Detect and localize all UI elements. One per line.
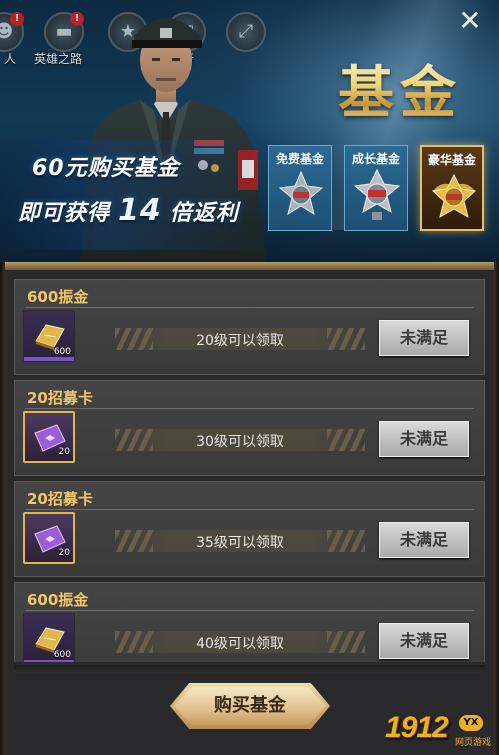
- promo-suffix: 倍返利: [169, 201, 239, 226]
- gold-eagle-emblem-icon: [431, 173, 477, 219]
- claim-status-button[interactable]: 未满足: [379, 623, 469, 659]
- silver-emblem-icon: [278, 170, 324, 216]
- divider: [25, 307, 474, 308]
- promo-prefix: 即可获得: [18, 201, 111, 226]
- divider: [25, 408, 474, 409]
- divider: [25, 509, 474, 510]
- tab-growth-fund[interactable]: 成长基金: [344, 145, 408, 231]
- nav-label-personal: 人: [4, 52, 17, 66]
- divider: [25, 610, 474, 611]
- nav-icon-personal[interactable]: ☻ !: [0, 12, 24, 52]
- claim-status-button[interactable]: 未满足: [379, 320, 469, 356]
- reward-card: 600振金 600 20级可以领取 未满足: [14, 279, 485, 375]
- fund-header-banner: ☻ ! 人 ▬ ! 英雄之路 ★ ▥ 排行 ⤢: [0, 0, 499, 262]
- tab-free-fund[interactable]: 免费基金: [268, 145, 332, 231]
- list-footer-bar: [14, 665, 485, 673]
- watermark-badge: YX: [459, 715, 483, 731]
- requirement-bar: 20级可以领取: [115, 328, 365, 350]
- watermark-tag: 网页游戏: [455, 738, 492, 748]
- tab-label: 豪华基金: [427, 153, 476, 167]
- item-count: 600: [53, 650, 71, 660]
- rarity-strip: [24, 357, 74, 361]
- claim-status-button[interactable]: 未满足: [379, 421, 469, 457]
- requirement-bar: 40级可以领取: [115, 631, 365, 653]
- panel-border-left: [0, 262, 5, 755]
- rarity-strip: [24, 660, 74, 662]
- tab-label: 成长基金: [351, 152, 400, 166]
- requirement-text: 30级可以领取: [196, 434, 284, 450]
- reward-card: 20招募卡 20 35级可以领取 未满足: [14, 481, 485, 577]
- buy-button-label: 购买基金: [214, 695, 286, 716]
- tab-label: 免费基金: [275, 152, 324, 166]
- promo-line-price: 60元购买基金: [32, 156, 180, 181]
- requirement-text: 40级可以领取: [196, 636, 284, 652]
- reward-title: 600振金: [27, 288, 89, 306]
- reward-item-slot[interactable]: 20: [23, 512, 75, 564]
- requirement-text: 20级可以领取: [196, 333, 284, 349]
- reward-item-slot[interactable]: 600: [23, 310, 75, 362]
- reward-item-slot[interactable]: 20: [23, 411, 75, 463]
- reward-title: 20招募卡: [27, 490, 93, 508]
- promo-line-rebate: 即可获得 14 倍返利: [18, 193, 239, 228]
- item-count: 20: [58, 447, 70, 457]
- item-count: 20: [58, 548, 70, 558]
- page-title: 基金: [338, 48, 462, 129]
- close-icon: ✕: [458, 4, 482, 37]
- requirement-bar: 30级可以领取: [115, 429, 365, 451]
- close-button[interactable]: ✕: [455, 6, 485, 36]
- reward-list[interactable]: 600振金 600 20级可以领取 未满足 20招募卡 20 30级可以领取 未…: [14, 279, 485, 662]
- requirement-bar: 35级可以领取: [115, 530, 365, 552]
- reward-title: 600振金: [27, 591, 89, 609]
- reward-card: 20招募卡 20 30级可以领取 未满足: [14, 380, 485, 476]
- tab-luxury-fund[interactable]: 豪华基金: [420, 145, 484, 231]
- silver-winged-emblem-icon: [354, 168, 400, 220]
- requirement-text: 35级可以领取: [196, 535, 284, 551]
- watermark-number: 1912: [385, 711, 449, 744]
- nav-badge: !: [10, 12, 24, 26]
- panel-top-trim: [2, 262, 497, 270]
- site-watermark-logo: 1912 YX 网页游戏: [385, 711, 495, 751]
- reward-card: 600振金 600 40级可以领取 未满足: [14, 582, 485, 662]
- reward-title: 20招募卡: [27, 389, 93, 407]
- reward-item-slot[interactable]: 600: [23, 613, 75, 662]
- buy-fund-button[interactable]: 购买基金: [170, 683, 330, 729]
- panel-border-right: [494, 262, 499, 755]
- item-count: 600: [53, 347, 71, 357]
- promo-multiplier: 14: [118, 193, 162, 228]
- claim-status-button[interactable]: 未满足: [379, 522, 469, 558]
